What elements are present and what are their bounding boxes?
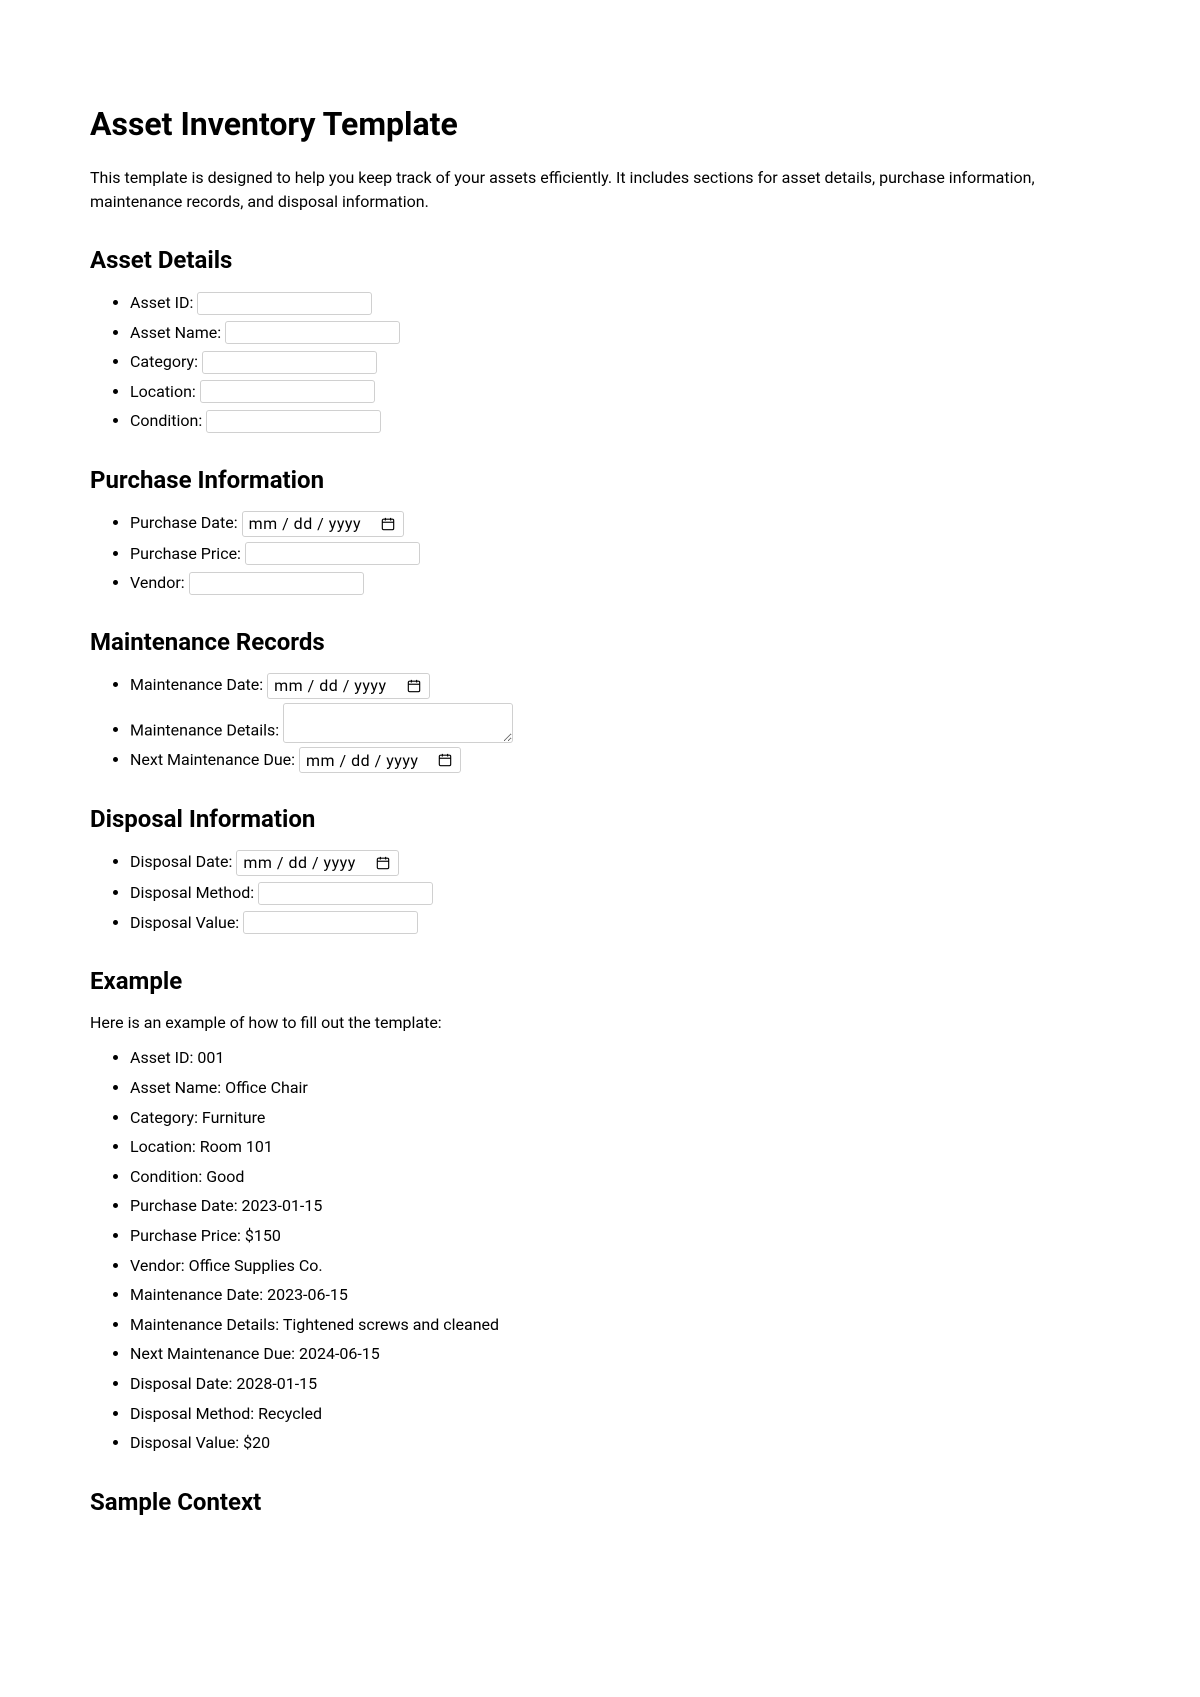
location-label: Location: <box>130 382 196 401</box>
list-item: Purchase Price: $150 <box>130 1223 1110 1249</box>
list-item: Purchase Price: <box>130 541 1110 567</box>
category-label: Category: <box>130 352 198 371</box>
disposal-value-label: Disposal Value: <box>130 913 239 932</box>
list-item: Location: Room 101 <box>130 1134 1110 1160</box>
purchase-date-input[interactable]: mm / dd / yyyy <box>242 511 404 537</box>
list-item: Disposal Value: $20 <box>130 1430 1110 1456</box>
list-item: Category: Furniture <box>130 1105 1110 1131</box>
maintenance-date-label: Maintenance Date: <box>130 675 263 694</box>
list-item: Vendor: <box>130 570 1110 596</box>
vendor-input[interactable] <box>189 572 364 595</box>
list-item: Location: <box>130 379 1110 405</box>
asset-name-input[interactable] <box>225 321 400 344</box>
disposal-method-input[interactable] <box>258 882 433 905</box>
vendor-label: Vendor: <box>130 573 185 592</box>
list-item: Maintenance Date: 2023-06-15 <box>130 1282 1110 1308</box>
maintenance-date-input[interactable]: mm / dd / yyyy <box>267 673 429 699</box>
list-item: Maintenance Details: Tightened screws an… <box>130 1312 1110 1338</box>
maintenance-heading: Maintenance Records <box>90 624 1110 660</box>
list-item: Disposal Method: Recycled <box>130 1401 1110 1427</box>
asset-id-input[interactable] <box>197 292 372 315</box>
purchase-price-input[interactable] <box>245 542 420 565</box>
purchase-date-label: Purchase Date: <box>130 513 238 532</box>
list-item: Purchase Date: 2023-01-15 <box>130 1193 1110 1219</box>
list-item: Vendor: Office Supplies Co. <box>130 1253 1110 1279</box>
asset-details-heading: Asset Details <box>90 242 1110 278</box>
next-maintenance-label: Next Maintenance Due: <box>130 750 295 769</box>
date-placeholder: mm / dd / yyyy <box>306 748 418 774</box>
list-item: Disposal Date: 2028-01-15 <box>130 1371 1110 1397</box>
list-item: Purchase Date: mm / dd / yyyy <box>130 510 1110 537</box>
page-title: Asset Inventory Template <box>90 100 1110 148</box>
disposal-heading: Disposal Information <box>90 801 1110 837</box>
list-item: Maintenance Details: <box>130 703 1110 743</box>
list-item: Disposal Date: mm / dd / yyyy <box>130 849 1110 876</box>
disposal-method-label: Disposal Method: <box>130 883 254 902</box>
list-item: Disposal Method: <box>130 880 1110 906</box>
list-item: Maintenance Date: mm / dd / yyyy <box>130 672 1110 699</box>
sample-context-heading: Sample Context <box>90 1484 1110 1520</box>
list-item: Condition: <box>130 408 1110 434</box>
purchase-info-heading: Purchase Information <box>90 462 1110 498</box>
list-item: Next Maintenance Due: mm / dd / yyyy <box>130 747 1110 774</box>
disposal-date-label: Disposal Date: <box>130 852 232 871</box>
example-intro: Here is an example of how to fill out th… <box>90 1011 1110 1035</box>
list-item: Asset ID: <box>130 290 1110 316</box>
calendar-icon <box>376 856 390 870</box>
list-item: Next Maintenance Due: 2024-06-15 <box>130 1341 1110 1367</box>
asset-details-list: Asset ID: Asset Name: Category: Location… <box>90 290 1110 434</box>
maintenance-list: Maintenance Date: mm / dd / yyyy Mainten… <box>90 672 1110 774</box>
disposal-value-input[interactable] <box>243 911 418 934</box>
maintenance-details-label: Maintenance Details: <box>130 720 279 739</box>
calendar-icon <box>407 679 421 693</box>
list-item: Disposal Value: <box>130 910 1110 936</box>
date-placeholder: mm / dd / yyyy <box>243 850 355 876</box>
disposal-list: Disposal Date: mm / dd / yyyy Disposal M… <box>90 849 1110 935</box>
purchase-price-label: Purchase Price: <box>130 544 241 563</box>
maintenance-details-input[interactable] <box>283 703 513 743</box>
date-placeholder: mm / dd / yyyy <box>249 511 361 537</box>
asset-id-label: Asset ID: <box>130 293 193 312</box>
list-item: Condition: Good <box>130 1164 1110 1190</box>
calendar-icon <box>438 753 452 767</box>
asset-name-label: Asset Name: <box>130 323 221 342</box>
list-item: Asset Name: Office Chair <box>130 1075 1110 1101</box>
purchase-info-list: Purchase Date: mm / dd / yyyy Purchase P… <box>90 510 1110 596</box>
condition-label: Condition: <box>130 411 202 430</box>
disposal-date-input[interactable]: mm / dd / yyyy <box>236 850 398 876</box>
example-list: Asset ID: 001 Asset Name: Office Chair Cat… <box>90 1045 1110 1455</box>
list-item: Category: <box>130 349 1110 375</box>
intro-paragraph: This template is designed to help you ke… <box>90 166 1110 214</box>
list-item: Asset Name: <box>130 320 1110 346</box>
example-heading: Example <box>90 963 1110 999</box>
calendar-icon <box>381 517 395 531</box>
condition-input[interactable] <box>206 410 381 433</box>
next-maintenance-input[interactable]: mm / dd / yyyy <box>299 747 461 773</box>
list-item: Asset ID: 001 <box>130 1045 1110 1071</box>
date-placeholder: mm / dd / yyyy <box>274 673 386 699</box>
category-input[interactable] <box>202 351 377 374</box>
location-input[interactable] <box>200 380 375 403</box>
